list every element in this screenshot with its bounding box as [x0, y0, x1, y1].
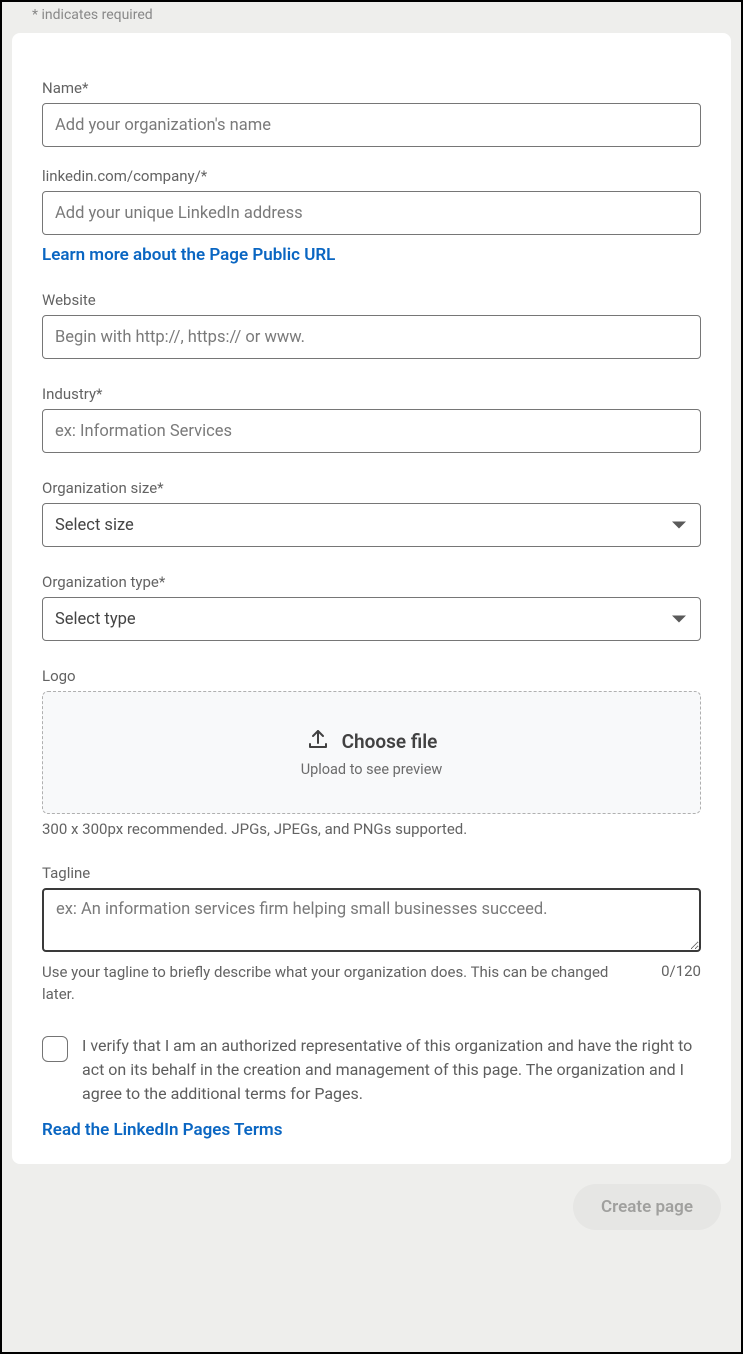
industry-input[interactable]: [42, 409, 701, 453]
logo-hint: 300 x 300px recommended. JPGs, JPEGs, an…: [42, 820, 701, 838]
url-label: linkedin.com/company/*: [42, 167, 701, 185]
upload-preview-hint: Upload to see preview: [301, 761, 443, 778]
logo-label: Logo: [42, 667, 701, 685]
org-size-label: Organization size*: [42, 479, 701, 497]
tagline-char-count: 0/120: [661, 962, 701, 980]
name-input[interactable]: [42, 103, 701, 147]
url-input[interactable]: [42, 191, 701, 235]
website-input[interactable]: [42, 315, 701, 359]
required-note: * indicates required: [12, 2, 731, 33]
name-label: Name*: [42, 79, 701, 97]
terms-link[interactable]: Read the LinkedIn Pages Terms: [42, 1120, 282, 1140]
website-label: Website: [42, 291, 701, 309]
logo-upload-box[interactable]: Choose file Upload to see preview: [42, 691, 701, 814]
org-type-label: Organization type*: [42, 573, 701, 591]
verify-checkbox[interactable]: [42, 1036, 68, 1062]
verify-text: I verify that I am an authorized represe…: [82, 1034, 701, 1106]
industry-label: Industry*: [42, 385, 701, 403]
tagline-hint: Use your tagline to briefly describe wha…: [42, 962, 643, 1006]
form-card: Name* linkedin.com/company/* Learn more …: [12, 33, 731, 1164]
org-type-select[interactable]: Select type: [42, 597, 701, 641]
upload-icon: [306, 727, 330, 755]
choose-file-label: Choose file: [342, 730, 438, 753]
create-page-button[interactable]: Create page: [573, 1184, 721, 1230]
tagline-textarea[interactable]: [42, 888, 701, 952]
tagline-label: Tagline: [42, 864, 701, 882]
learn-more-url-link[interactable]: Learn more about the Page Public URL: [42, 245, 335, 265]
org-size-select[interactable]: Select size: [42, 503, 701, 547]
